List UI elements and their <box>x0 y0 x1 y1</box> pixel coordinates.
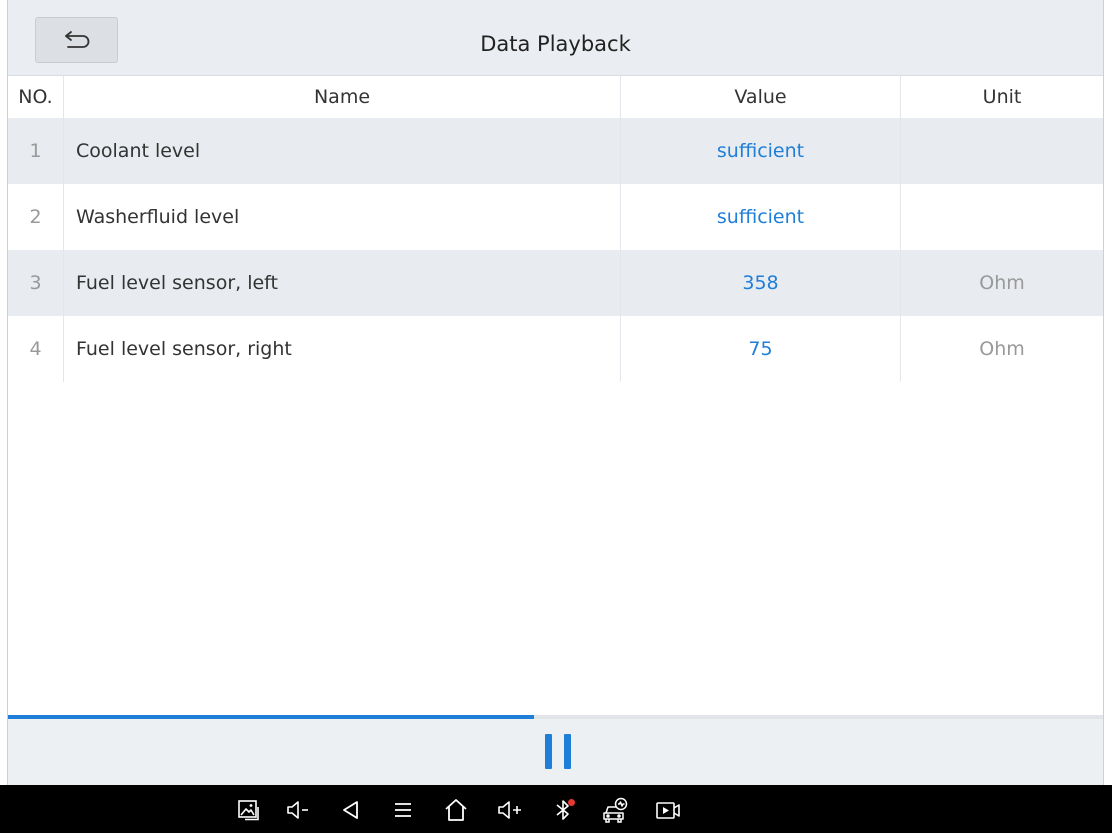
bluetooth-icon[interactable] <box>549 795 579 825</box>
row-number: 3 <box>29 272 42 294</box>
row-name: Coolant level <box>63 118 620 184</box>
row-unit: Ohm <box>900 250 1103 316</box>
column-header-value: Value <box>620 76 900 118</box>
row-number: 2 <box>29 206 42 228</box>
table-row[interactable]: 1 Coolant level sufficient <box>8 118 1103 184</box>
row-unit <box>900 118 1103 184</box>
window-border-right <box>1103 0 1104 785</box>
column-header-unit: Unit <box>900 76 1103 118</box>
screen-record-icon[interactable] <box>653 795 683 825</box>
return-arrow-icon <box>64 31 89 48</box>
table-row[interactable]: 3 Fuel level sensor, left 358 Ohm <box>8 250 1103 316</box>
vci-icon[interactable] <box>601 795 631 825</box>
playback-bar <box>8 715 1103 785</box>
row-value: sufficient <box>620 118 900 184</box>
table-header-row: NO. Name Value Unit <box>8 76 1103 118</box>
pause-button[interactable] <box>545 734 571 769</box>
volume-up-icon[interactable] <box>496 795 526 825</box>
back-icon[interactable] <box>336 795 366 825</box>
row-value: 358 <box>620 250 900 316</box>
row-name: Fuel level sensor, right <box>63 316 620 382</box>
column-header-no: NO. <box>18 86 53 108</box>
row-value: sufficient <box>620 184 900 250</box>
data-table: NO. Name Value Unit 1 Coolant level suff… <box>8 76 1103 382</box>
row-unit <box>900 184 1103 250</box>
volume-down-icon[interactable] <box>284 795 314 825</box>
menu-icon[interactable] <box>388 795 418 825</box>
row-name: Washerfluid level <box>63 184 620 250</box>
back-button[interactable] <box>35 17 118 63</box>
page-title: Data Playback <box>480 32 631 56</box>
table-row[interactable]: 4 Fuel level sensor, right 75 Ohm <box>8 316 1103 382</box>
title-bar: Data Playback <box>8 0 1103 76</box>
progress-fill <box>8 715 534 719</box>
row-unit: Ohm <box>900 316 1103 382</box>
table-row[interactable]: 2 Washerfluid level sufficient <box>8 184 1103 250</box>
row-number: 1 <box>29 140 42 162</box>
row-name: Fuel level sensor, left <box>63 250 620 316</box>
row-value: 75 <box>620 316 900 382</box>
home-icon[interactable] <box>441 795 471 825</box>
pause-icon <box>545 734 552 769</box>
screenshot-icon[interactable] <box>233 795 263 825</box>
column-header-name: Name <box>63 76 620 118</box>
system-nav-bar <box>0 785 1112 833</box>
pause-icon <box>564 734 571 769</box>
row-number: 4 <box>29 338 42 360</box>
progress-track[interactable] <box>8 715 1103 719</box>
